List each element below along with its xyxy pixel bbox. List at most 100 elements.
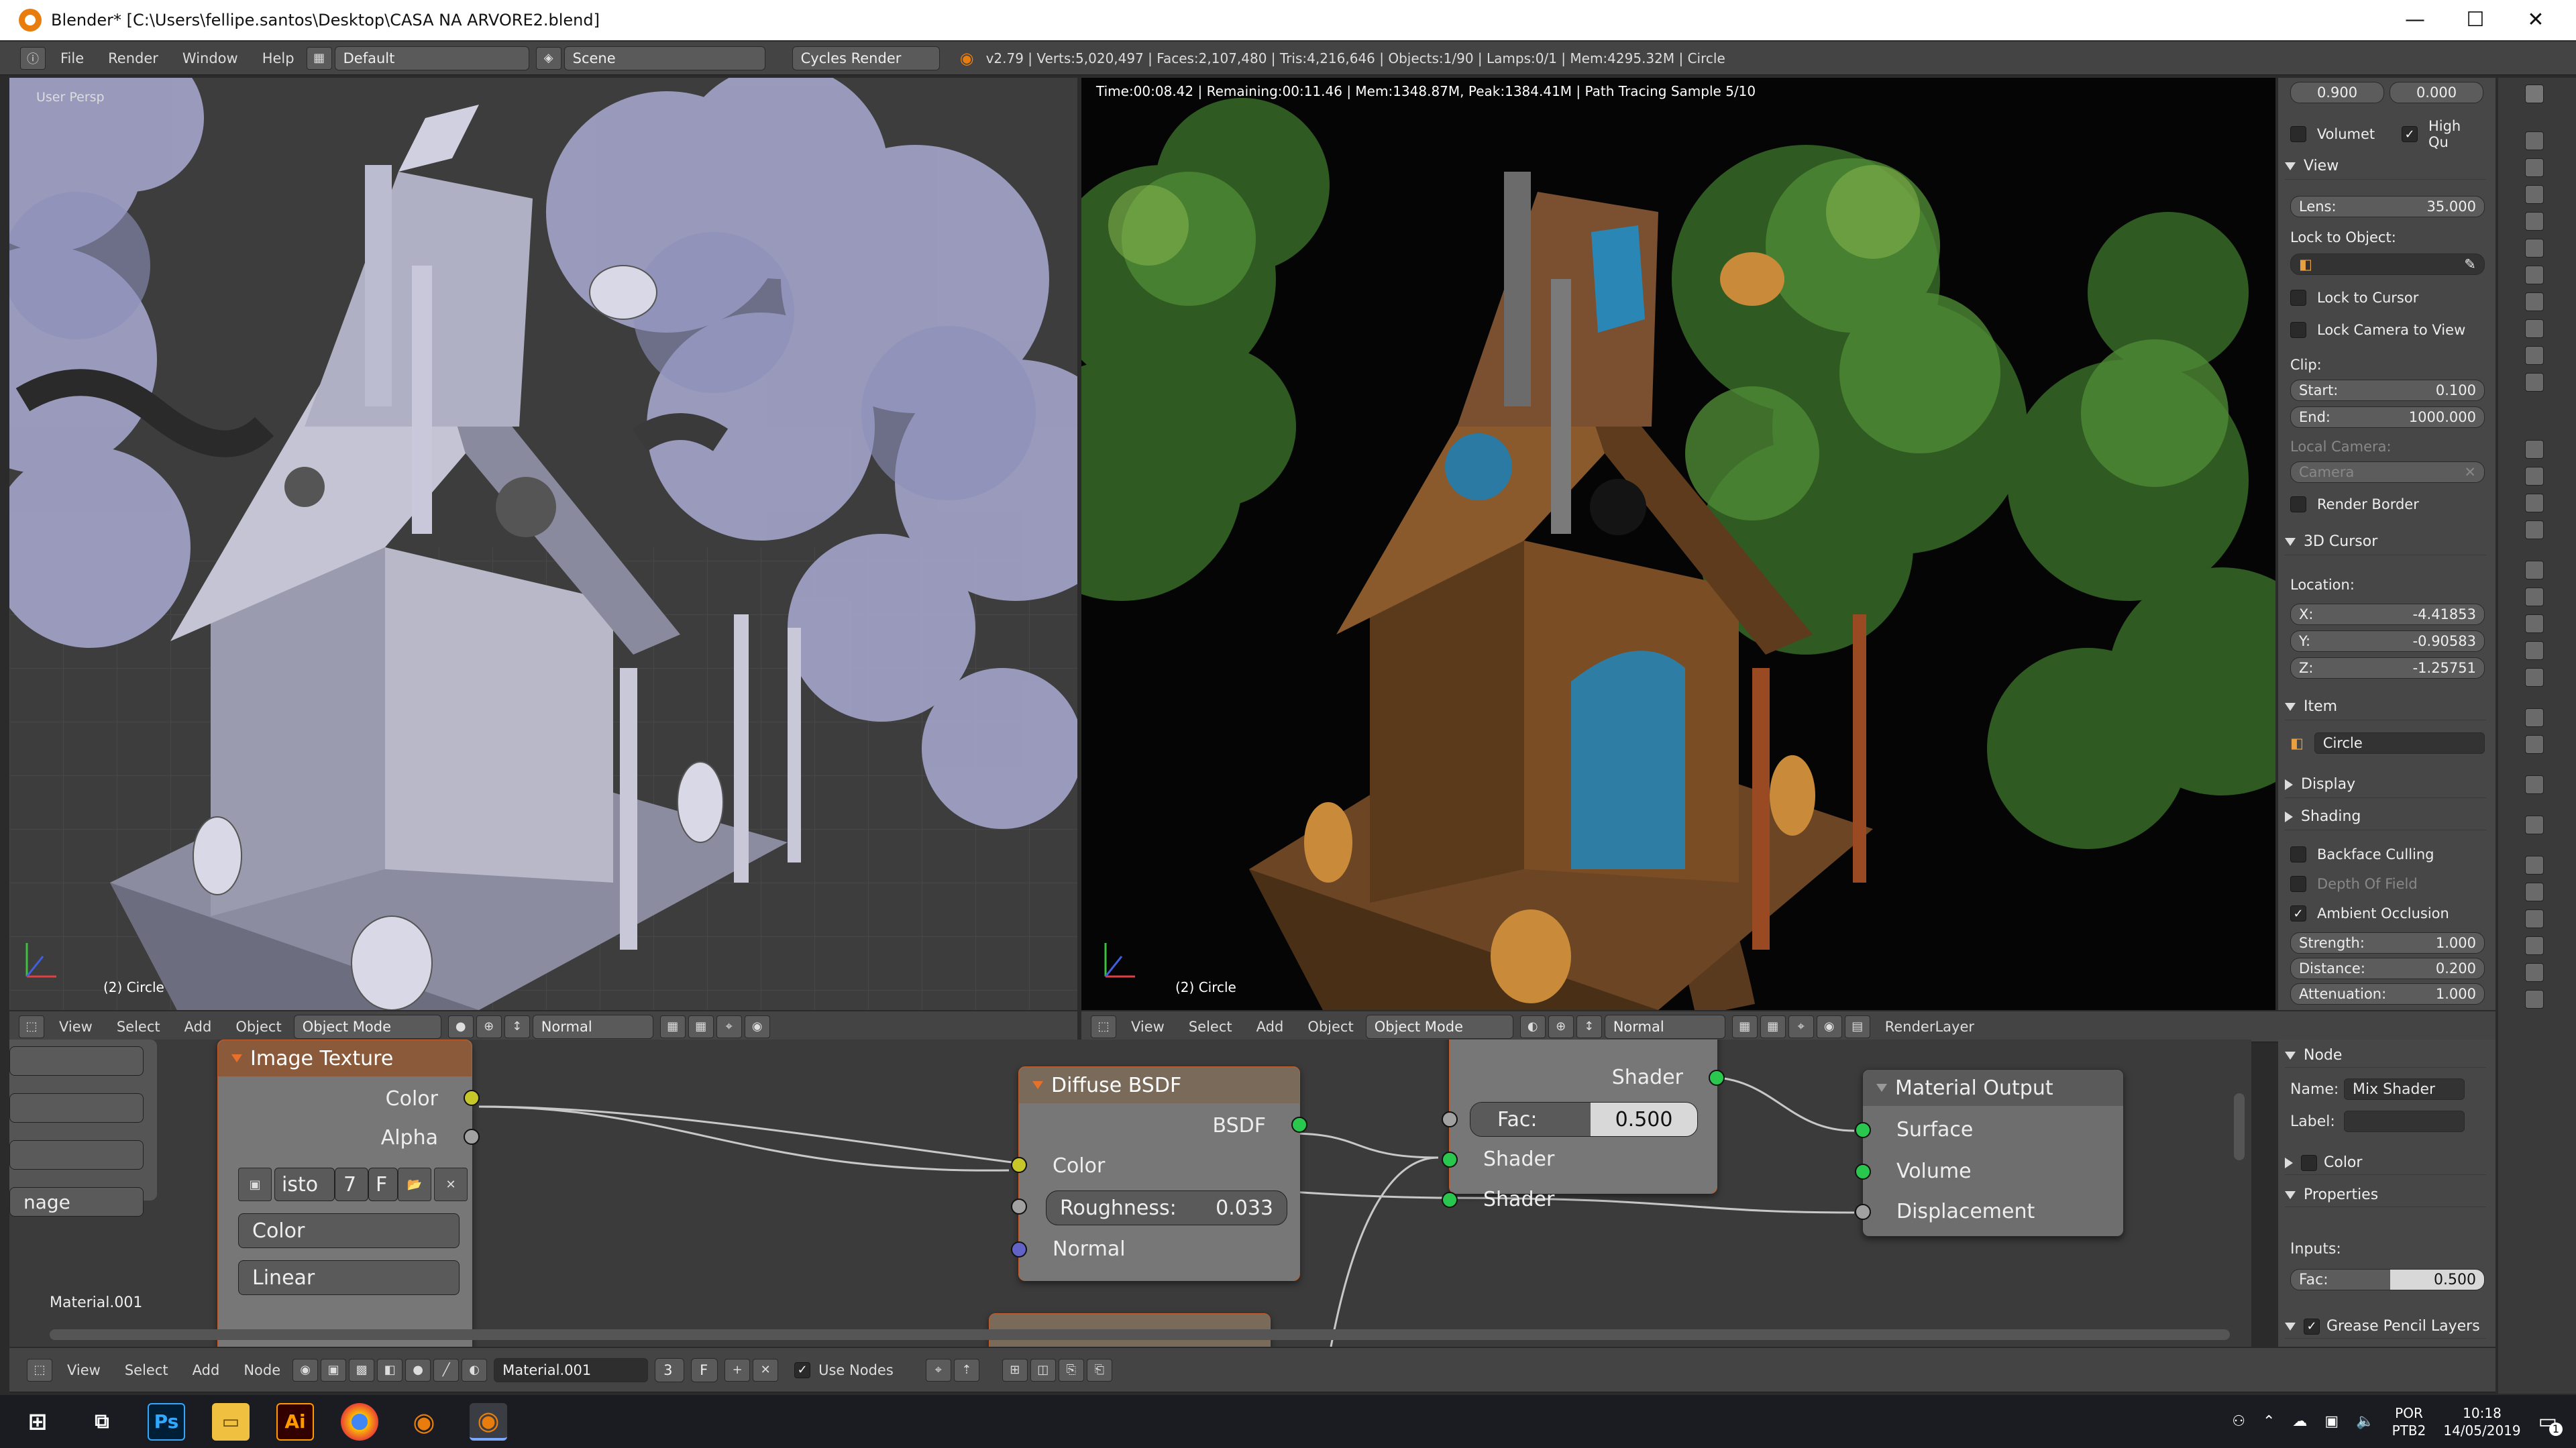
dof-checkbox[interactable] bbox=[2290, 876, 2306, 892]
render-border-checkbox[interactable] bbox=[2290, 496, 2306, 512]
snap-icon[interactable]: ⌖ bbox=[716, 1015, 742, 1038]
panel-tab-icon[interactable] bbox=[2525, 467, 2544, 486]
lock-object-field[interactable]: ◧ ✎ bbox=[2290, 254, 2485, 275]
diffuse-bsdf-node[interactable]: Diffuse BSDF BSDF Color Roughness: 0.033 … bbox=[1011, 1066, 1307, 1281]
panel-tab-icon[interactable] bbox=[2525, 239, 2544, 258]
panel-tab-icon[interactable] bbox=[2525, 373, 2544, 392]
editor-type-icon[interactable]: ⬚ bbox=[27, 1358, 52, 1382]
file-explorer-icon[interactable]: ▭ bbox=[212, 1402, 250, 1441]
interpolation-dropdown[interactable]: Linear bbox=[238, 1260, 460, 1295]
shader1-input-socket[interactable] bbox=[1442, 1152, 1458, 1168]
menu-window[interactable]: Window bbox=[170, 50, 250, 66]
screen-layout-icon[interactable]: ▦ bbox=[306, 46, 332, 70]
info-editor-icon[interactable]: ⓘ bbox=[20, 46, 46, 70]
layers-icon[interactable]: ▦ bbox=[688, 1015, 714, 1038]
panel-tab-icon[interactable] bbox=[2525, 520, 2544, 539]
view-section-header[interactable]: View bbox=[2285, 153, 2486, 180]
people-icon[interactable]: ⚇ bbox=[2232, 1413, 2245, 1430]
scene-selector[interactable]: Scene bbox=[564, 46, 765, 70]
pivot-icon[interactable]: ⊕ bbox=[476, 1015, 502, 1038]
shader2-input-socket[interactable] bbox=[1442, 1192, 1458, 1208]
bsdf-output-socket[interactable] bbox=[1291, 1117, 1307, 1133]
partial-field-3[interactable] bbox=[9, 1140, 144, 1170]
editor-type-icon[interactable]: ⬚ bbox=[1091, 1015, 1116, 1038]
panel-tab-icon[interactable] bbox=[2525, 158, 2544, 177]
onedrive-icon[interactable]: ☁ bbox=[2292, 1413, 2307, 1430]
node-section-header[interactable]: Node bbox=[2285, 1044, 2486, 1068]
material-name-field[interactable]: Material.001 bbox=[494, 1357, 649, 1382]
panel-tab-icon[interactable] bbox=[2525, 641, 2544, 660]
viewport-rendered[interactable]: Time:00:08.42 | Remaining:00:11.46 | Mem… bbox=[1081, 78, 2275, 1010]
3d-cursor-section-header[interactable]: 3D Cursor bbox=[2285, 528, 2486, 555]
render-engine-selector[interactable]: Cycles Render bbox=[792, 46, 940, 70]
high-quality-checkbox[interactable]: ✓ bbox=[2402, 126, 2418, 142]
language-indicator[interactable]: POR PTB2 bbox=[2392, 1404, 2426, 1439]
local-camera-field[interactable]: Camera ✕ bbox=[2290, 461, 2485, 483]
maximize-button[interactable]: ☐ bbox=[2442, 0, 2509, 40]
object-menu[interactable]: Object bbox=[223, 1019, 293, 1035]
color-output-socket[interactable] bbox=[464, 1090, 480, 1106]
layers-icon[interactable]: ▦ bbox=[659, 1015, 686, 1038]
blender-taskbar-icon[interactable]: ◉ bbox=[405, 1403, 443, 1441]
roughness-input-socket[interactable] bbox=[1011, 1199, 1027, 1215]
ao-distance-field[interactable]: Distance: 0.200 bbox=[2290, 958, 2485, 979]
snap-mode-icon[interactable]: ◫ bbox=[1030, 1358, 1056, 1382]
panel-tab-icon[interactable] bbox=[2525, 494, 2544, 512]
shading-mode-icon[interactable]: ◐ bbox=[1519, 1015, 1546, 1038]
partial-field-1[interactable] bbox=[9, 1046, 144, 1076]
clip-start-field[interactable]: Start: 0.100 bbox=[2290, 380, 2485, 401]
volumetric-checkbox[interactable] bbox=[2290, 126, 2306, 142]
material-output-header[interactable]: Material Output bbox=[1863, 1070, 2123, 1106]
view-menu[interactable]: View bbox=[55, 1362, 113, 1378]
node-name-field[interactable]: Mix Shader bbox=[2344, 1078, 2465, 1100]
task-view-icon[interactable]: ⧉ bbox=[83, 1403, 121, 1441]
panel-tab-icon[interactable] bbox=[2525, 816, 2544, 834]
partial-field-4[interactable]: nage bbox=[9, 1187, 144, 1217]
panel-tab-icon[interactable] bbox=[2525, 990, 2544, 1009]
snap-icon[interactable]: ⌖ bbox=[1788, 1015, 1814, 1038]
composite-nodes-icon[interactable]: ▣ bbox=[321, 1358, 347, 1382]
cursor-z-field[interactable]: Z: -1.25751 bbox=[2290, 657, 2485, 679]
grease-pencil-section-header[interactable]: ✓ Grease Pencil Layers bbox=[2285, 1315, 2486, 1339]
eyedropper-icon[interactable]: ✎ bbox=[2464, 256, 2476, 272]
fac-field[interactable]: Fac: 0.500 bbox=[1470, 1102, 1698, 1137]
panel-tab-icon[interactable] bbox=[2525, 775, 2544, 794]
image-browse-icon[interactable]: ▣ bbox=[238, 1168, 272, 1201]
manipulator-icon[interactable]: ↕ bbox=[504, 1015, 530, 1038]
mode-selector[interactable]: Object Mode bbox=[293, 1014, 441, 1039]
clear-x-icon[interactable]: ✕ bbox=[2464, 464, 2476, 480]
panel-tab-icon[interactable] bbox=[2525, 614, 2544, 633]
render-preview-icon[interactable]: ◉ bbox=[1816, 1015, 1842, 1038]
panel-tab-icon[interactable] bbox=[2525, 212, 2544, 231]
backdrop-icon[interactable]: ⌖ bbox=[925, 1358, 951, 1382]
cursor-x-field[interactable]: X: -4.41853 bbox=[2290, 604, 2485, 625]
add-menu[interactable]: Add bbox=[1244, 1019, 1296, 1035]
menu-file[interactable]: File bbox=[48, 50, 96, 66]
linestyle-nodes-icon[interactable]: ╱ bbox=[433, 1358, 460, 1382]
panel-tab-icon[interactable] bbox=[2525, 668, 2544, 687]
clock[interactable]: 10:18 14/05/2019 bbox=[2443, 1404, 2520, 1439]
alpha-output-socket[interactable] bbox=[464, 1129, 480, 1145]
use-nodes-checkbox[interactable]: ✓ bbox=[794, 1361, 811, 1378]
ao-attenuation-field[interactable]: Attenuation: 1.000 bbox=[2290, 983, 2485, 1005]
ao-checkbox[interactable]: ✓ bbox=[2290, 905, 2306, 922]
fac-input-socket[interactable] bbox=[1442, 1111, 1458, 1127]
panel-tab-icon[interactable] bbox=[2525, 85, 2544, 103]
view-menu[interactable]: View bbox=[47, 1019, 105, 1035]
network-icon[interactable]: ▣ bbox=[2324, 1413, 2339, 1430]
image-selector[interactable]: ▣ isto 7 F 📂 ✕ bbox=[238, 1168, 470, 1201]
lens-field[interactable]: Lens: 35.000 bbox=[2290, 196, 2485, 217]
mix-shader-node[interactable]: Shader Fac: 0.500 Shader Shader bbox=[1442, 1040, 1725, 1211]
color-checkbox[interactable] bbox=[2301, 1154, 2317, 1171]
panel-tab-icon[interactable] bbox=[2525, 440, 2544, 459]
item-section-header[interactable]: Item bbox=[2285, 693, 2486, 720]
panel-tab-icon[interactable] bbox=[2525, 131, 2544, 150]
render-preview-icon[interactable]: ◉ bbox=[744, 1015, 770, 1038]
material-browse-icon[interactable]: ◐ bbox=[462, 1358, 488, 1382]
layout-selector[interactable]: Default bbox=[334, 46, 529, 70]
cursor-y-field[interactable]: Y: -0.90583 bbox=[2290, 630, 2485, 652]
top-field-1[interactable]: 0.900 bbox=[2290, 82, 2384, 103]
image-texture-node[interactable]: Image Texture Color Alpha ▣ isto 7 F 📂 ✕… bbox=[217, 1040, 480, 1347]
object-menu[interactable]: Object bbox=[1295, 1019, 1365, 1035]
add-menu[interactable]: Add bbox=[180, 1362, 232, 1378]
